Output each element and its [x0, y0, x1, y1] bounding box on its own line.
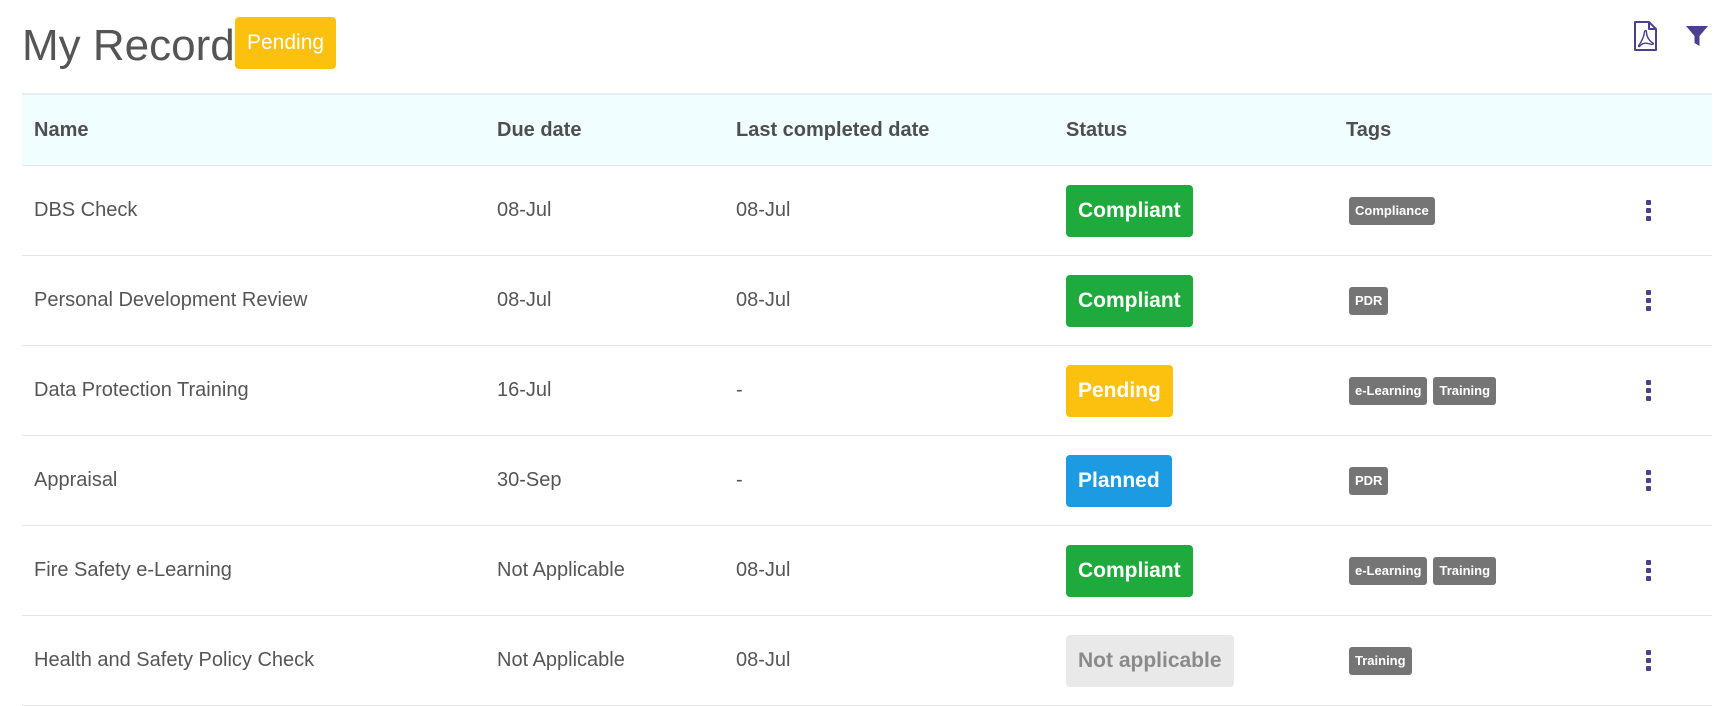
- kebab-dot-icon: [1645, 306, 1651, 311]
- records-table-container: Name Due date Last completed date Status…: [22, 93, 1712, 706]
- tag-badge: Training: [1349, 646, 1412, 675]
- kebab-dot-icon: [1645, 208, 1651, 213]
- record-last-completed: 08-Jul: [736, 649, 791, 671]
- header-actions: [1630, 20, 1712, 52]
- kebab-dot-icon: [1645, 388, 1651, 393]
- record-due-date: Not Applicable: [497, 559, 625, 581]
- record-due-date: 08-Jul: [497, 199, 552, 221]
- table-row[interactable]: Fire Safety e-Learning Not Applicable 08…: [22, 526, 1712, 616]
- record-last-completed: 08-Jul: [736, 199, 791, 221]
- page-title: My Records: [22, 21, 257, 70]
- tag-badge: e-Learning: [1349, 376, 1428, 405]
- status-badge: Pending: [1066, 364, 1173, 417]
- row-menu-button[interactable]: [1638, 556, 1658, 586]
- status-badge: Not applicable: [1066, 634, 1234, 687]
- column-header-actions: [1612, 94, 1712, 166]
- tag-badge: Training: [1433, 556, 1497, 585]
- kebab-dot-icon: [1645, 576, 1651, 581]
- record-due-date: Not Applicable: [497, 649, 625, 671]
- row-menu-button[interactable]: [1638, 196, 1658, 226]
- kebab-dot-icon: [1645, 568, 1651, 573]
- pdf-file-icon: [1634, 21, 1657, 51]
- kebab-dot-icon: [1645, 486, 1651, 491]
- record-due-date: 30-Sep: [497, 469, 562, 491]
- record-last-completed: 08-Jul: [736, 559, 791, 581]
- column-header-status[interactable]: Status: [1054, 94, 1334, 166]
- status-badge: Compliant: [1066, 544, 1193, 597]
- kebab-dot-icon: [1645, 298, 1651, 303]
- filter-icon: [1686, 26, 1708, 46]
- kebab-dot-icon: [1645, 666, 1651, 671]
- status-badge: Compliant: [1066, 274, 1193, 327]
- title-status-badge: Pending: [235, 17, 337, 69]
- filter-button[interactable]: [1682, 20, 1712, 52]
- row-menu-button[interactable]: [1638, 646, 1658, 676]
- tag-badge: Compliance: [1349, 196, 1435, 225]
- export-pdf-button[interactable]: [1630, 20, 1660, 52]
- record-due-date: 16-Jul: [497, 379, 552, 401]
- kebab-dot-icon: [1645, 216, 1651, 221]
- record-name[interactable]: Health and Safety Policy Check: [22, 616, 485, 706]
- tag-badge: PDR: [1349, 466, 1389, 495]
- record-last-completed: 08-Jul: [736, 289, 791, 311]
- kebab-dot-icon: [1645, 396, 1651, 401]
- table-row[interactable]: Data Protection Training 16-Jul - Pendin…: [22, 346, 1712, 436]
- kebab-dot-icon: [1645, 650, 1651, 655]
- table-row[interactable]: DBS Check 08-Jul 08-Jul Compliant Compli…: [22, 166, 1712, 256]
- tag-badge: Training: [1433, 376, 1497, 405]
- table-header-row: Name Due date Last completed date Status…: [22, 94, 1712, 166]
- kebab-dot-icon: [1645, 560, 1651, 565]
- row-menu-button[interactable]: [1638, 286, 1658, 316]
- table-row[interactable]: Health and Safety Policy Check Not Appli…: [22, 616, 1712, 706]
- kebab-dot-icon: [1645, 290, 1651, 295]
- records-table: Name Due date Last completed date Status…: [22, 93, 1712, 706]
- kebab-dot-icon: [1645, 470, 1651, 475]
- column-header-due-date[interactable]: Due date: [485, 94, 724, 166]
- record-last-completed: -: [736, 469, 743, 491]
- column-header-tags[interactable]: Tags: [1334, 94, 1612, 166]
- kebab-dot-icon: [1645, 200, 1651, 205]
- column-header-last-completed[interactable]: Last completed date: [724, 94, 1054, 166]
- record-name[interactable]: Fire Safety e-Learning: [22, 526, 485, 616]
- record-name[interactable]: Appraisal: [22, 436, 485, 526]
- row-menu-button[interactable]: [1638, 466, 1658, 496]
- record-name[interactable]: DBS Check: [22, 166, 485, 256]
- tag-badge: e-Learning: [1349, 556, 1428, 585]
- status-badge: Planned: [1066, 454, 1172, 507]
- kebab-dot-icon: [1645, 380, 1651, 385]
- kebab-dot-icon: [1645, 478, 1651, 483]
- row-menu-button[interactable]: [1638, 376, 1658, 406]
- column-header-name[interactable]: Name: [22, 94, 485, 166]
- record-due-date: 08-Jul: [497, 289, 552, 311]
- page-header: My Records Pending: [22, 16, 1712, 72]
- kebab-dot-icon: [1645, 658, 1651, 663]
- status-badge: Compliant: [1066, 184, 1193, 237]
- tag-badge: PDR: [1349, 286, 1389, 315]
- record-name[interactable]: Data Protection Training: [22, 346, 485, 436]
- table-row[interactable]: Personal Development Review 08-Jul 08-Ju…: [22, 256, 1712, 346]
- table-row[interactable]: Appraisal 30-Sep - Planned PDR: [22, 436, 1712, 526]
- record-name[interactable]: Personal Development Review: [22, 256, 485, 346]
- record-last-completed: -: [736, 379, 743, 401]
